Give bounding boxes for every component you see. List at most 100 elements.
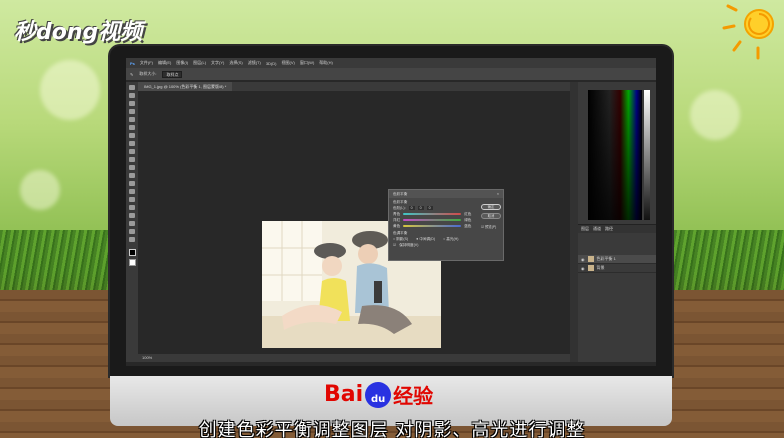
tab-layers[interactable]: 图层 bbox=[581, 226, 589, 232]
brush-tool-icon[interactable] bbox=[129, 141, 135, 146]
radio-midtones[interactable]: ● 中间调(D) bbox=[416, 237, 435, 242]
baidu-jingyan-logo: Bai du 经验 bbox=[324, 380, 433, 409]
radio-highlights[interactable]: ○ 高光(H) bbox=[443, 237, 458, 242]
lasso-tool-icon[interactable] bbox=[129, 101, 135, 106]
menu-item[interactable]: 图层(L) bbox=[193, 60, 206, 66]
radio-shadows[interactable]: ○ 阴影(S) bbox=[393, 237, 408, 242]
baidu-text-right: 经验 bbox=[393, 384, 434, 408]
watermark-logo: 秒dong视频 bbox=[14, 20, 143, 45]
tools-panel bbox=[126, 82, 138, 362]
level-input-cyan-red[interactable]: 0 bbox=[408, 206, 415, 210]
dialog-title: 色彩平衡 bbox=[393, 191, 408, 196]
path-select-tool-icon[interactable] bbox=[129, 213, 135, 218]
tab-channels[interactable]: 通道 bbox=[593, 226, 601, 232]
sun-icon bbox=[722, 4, 774, 60]
status-bar: 100% bbox=[138, 354, 570, 362]
quick-select-tool-icon[interactable] bbox=[129, 109, 135, 114]
menu-item[interactable]: 滤镜(T) bbox=[248, 60, 261, 66]
layers-panel: 图层 通道 路径 ◉ 色彩平衡 1 ◉ 背景 bbox=[578, 224, 656, 362]
bokeh-light bbox=[20, 170, 60, 210]
baidu-text-left: Bai bbox=[324, 382, 364, 407]
foreground-color-swatch[interactable] bbox=[128, 249, 136, 256]
eraser-tool-icon[interactable] bbox=[129, 165, 135, 170]
slider-left-label: 黄色 bbox=[393, 223, 401, 228]
video-subtitle: 创建色彩平衡调整图层 对阴影、高光进行调整 bbox=[198, 420, 586, 438]
menu-item[interactable]: 窗口(W) bbox=[300, 60, 314, 66]
slider-right-label: 红色 bbox=[464, 211, 472, 216]
zoom-tool-icon[interactable] bbox=[129, 237, 135, 242]
menu-item[interactable]: 图像(I) bbox=[176, 60, 188, 66]
slider-track[interactable] bbox=[403, 213, 462, 215]
menu-item[interactable]: 编辑(E) bbox=[158, 60, 171, 66]
stamp-tool-icon[interactable] bbox=[129, 149, 135, 154]
radio-label: 高光(H) bbox=[446, 236, 459, 241]
dodge-tool-icon[interactable] bbox=[129, 189, 135, 194]
document-tab[interactable]: IMG_1.jpg @ 100% (色彩平衡 1, 图层蒙版/8) * bbox=[138, 82, 233, 91]
pen-tool-icon[interactable] bbox=[129, 197, 135, 202]
slider-track[interactable] bbox=[403, 219, 462, 221]
right-panels: 图层 通道 路径 ◉ 色彩平衡 1 ◉ 背景 bbox=[578, 82, 656, 362]
bokeh-light bbox=[690, 90, 740, 140]
gradient-tool-icon[interactable] bbox=[129, 173, 135, 178]
cancel-button[interactable]: 取消 bbox=[481, 213, 501, 219]
menu-item[interactable]: 3D(D) bbox=[266, 61, 277, 66]
slider-right-label: 绿色 bbox=[464, 217, 472, 222]
hand-tool-icon[interactable] bbox=[129, 229, 135, 234]
layers-panel-tabs: 图层 通道 路径 bbox=[578, 225, 656, 233]
preview-checkbox[interactable]: ☑ 预览(P) bbox=[481, 224, 496, 229]
menu-item[interactable]: 帮助(H) bbox=[319, 60, 333, 66]
baidu-paw-icon: du bbox=[365, 381, 392, 408]
slider-left-label: 洋红 bbox=[393, 217, 401, 222]
ps-logo-icon[interactable]: Ps bbox=[130, 61, 135, 66]
slider-right-label: 蓝色 bbox=[464, 223, 472, 228]
level-input-magenta-green[interactable]: 0 bbox=[417, 206, 424, 210]
move-tool-icon[interactable] bbox=[129, 85, 135, 90]
healing-tool-icon[interactable] bbox=[129, 133, 135, 138]
layer-name: 背景 bbox=[596, 265, 605, 270]
options-bar: ✎ 取样大小: 取样点 bbox=[126, 68, 656, 80]
radio-label: 中间调(D) bbox=[419, 236, 436, 241]
preview-label: 预览(P) bbox=[484, 225, 497, 229]
level-input-yellow-blue[interactable]: 0 bbox=[426, 206, 433, 210]
bokeh-light bbox=[40, 60, 100, 120]
color-picker-field[interactable] bbox=[588, 90, 642, 220]
layer-row[interactable]: ◉ 背景 bbox=[578, 264, 656, 273]
eyedropper-tool-icon[interactable] bbox=[129, 125, 135, 130]
baidu-paw-text: du bbox=[371, 393, 386, 405]
layer-row[interactable]: ◉ 色彩平衡 1 bbox=[578, 255, 656, 264]
preserve-luminosity-label: 保持明度(V) bbox=[399, 242, 419, 247]
tab-paths[interactable]: 路径 bbox=[605, 226, 613, 232]
menu-item[interactable]: 视图(V) bbox=[282, 60, 295, 66]
eye-icon[interactable]: ◉ bbox=[581, 257, 585, 262]
background-color-swatch[interactable] bbox=[128, 259, 136, 266]
color-balance-dialog: 色彩平衡 × 色彩平衡 色阶(L): 0 0 0 青色 红色 洋红 绿色 黄色 bbox=[388, 189, 504, 261]
color-slider-strip[interactable] bbox=[644, 90, 650, 220]
photoshop-window: Ps 文件(F) 编辑(E) 图像(I) 图层(L) 文字(Y) 选择(S) 滤… bbox=[126, 58, 656, 366]
sample-size-select[interactable]: 取样点 bbox=[162, 70, 183, 78]
crop-tool-icon[interactable] bbox=[129, 117, 135, 122]
dialog-title-bar: 色彩平衡 × bbox=[389, 190, 503, 198]
menu-bar: Ps 文件(F) 编辑(E) 图像(I) 图层(L) 文字(Y) 选择(S) 滤… bbox=[126, 58, 656, 68]
eye-icon[interactable]: ◉ bbox=[581, 266, 585, 271]
menu-item[interactable]: 文件(F) bbox=[140, 60, 153, 66]
panel-icon-strip[interactable] bbox=[570, 82, 578, 362]
radio-label: 阴影(S) bbox=[396, 236, 409, 241]
shape-tool-icon[interactable] bbox=[129, 221, 135, 226]
slider-track[interactable] bbox=[403, 225, 462, 227]
document-tab-bar: IMG_1.jpg @ 100% (色彩平衡 1, 图层蒙版/8) * bbox=[138, 82, 570, 91]
menu-item[interactable]: 文字(Y) bbox=[211, 60, 224, 66]
close-icon[interactable]: × bbox=[497, 192, 499, 196]
layer-thumbnail bbox=[587, 256, 594, 262]
ok-button[interactable]: 确定 bbox=[481, 204, 501, 210]
marquee-tool-icon[interactable] bbox=[129, 93, 135, 98]
layer-name: 色彩平衡 1 bbox=[596, 256, 616, 261]
preserve-luminosity-row[interactable]: ☑ 保持明度(V) bbox=[393, 242, 499, 248]
checkbox-icon[interactable]: ☑ bbox=[393, 243, 396, 247]
history-brush-tool-icon[interactable] bbox=[129, 157, 135, 162]
eyedropper-icon[interactable]: ✎ bbox=[130, 72, 133, 77]
menu-item[interactable]: 选择(S) bbox=[229, 60, 242, 66]
sample-size-label: 取样大小: bbox=[139, 71, 157, 76]
layers-controls bbox=[578, 233, 656, 255]
type-tool-icon[interactable] bbox=[129, 205, 135, 210]
blur-tool-icon[interactable] bbox=[129, 181, 135, 186]
